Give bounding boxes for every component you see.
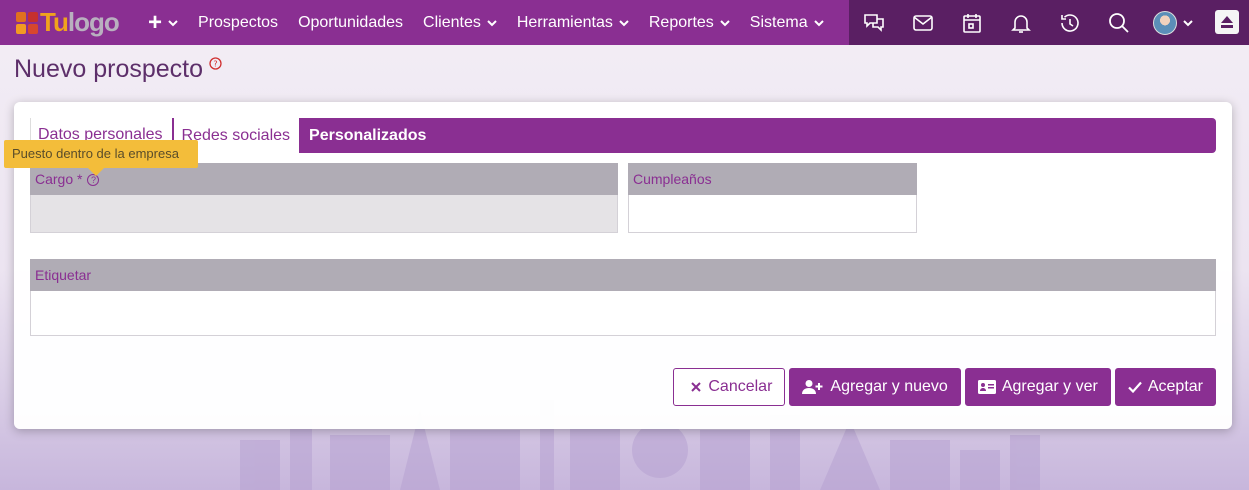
form-actions: Cancelar Agregar y nuevo Agregar y ver A… bbox=[673, 368, 1216, 406]
help-icon[interactable]: ? bbox=[209, 57, 222, 73]
calendar-icon[interactable] bbox=[947, 0, 996, 45]
nav-item-reportes[interactable]: Reportes bbox=[639, 0, 740, 45]
id-card-icon bbox=[977, 380, 996, 394]
quick-add-menu[interactable]: + bbox=[148, 9, 178, 37]
plus-icon: + bbox=[148, 8, 163, 36]
cancel-button[interactable]: Cancelar bbox=[673, 368, 786, 406]
close-icon bbox=[691, 382, 702, 392]
user-plus-icon bbox=[802, 380, 823, 394]
chevron-down-icon bbox=[1183, 19, 1193, 26]
chevron-down-icon bbox=[720, 19, 730, 26]
chevron-down-icon bbox=[168, 19, 178, 26]
nav-item-prospectos[interactable]: Prospectos bbox=[188, 0, 288, 45]
add-and-view-button[interactable]: Agregar y ver bbox=[964, 368, 1111, 406]
birthday-field: Cumpleaños bbox=[628, 163, 917, 233]
mail-icon[interactable] bbox=[898, 0, 947, 45]
cargo-tooltip: Puesto dentro de la empresa bbox=[4, 140, 198, 176]
app-logo[interactable]: Tulogo bbox=[16, 7, 126, 38]
top-navbar: Tulogo + Prospectos Oportunidades Client… bbox=[0, 0, 1249, 45]
search-icon[interactable] bbox=[1094, 0, 1143, 45]
accept-button[interactable]: Aceptar bbox=[1114, 368, 1216, 406]
chevron-down-icon bbox=[813, 19, 824, 26]
birthday-label: Cumpleaños bbox=[628, 163, 917, 195]
birthday-input[interactable] bbox=[628, 195, 917, 233]
add-and-new-button[interactable]: Agregar y nuevo bbox=[789, 368, 961, 406]
tags-label: Etiquetar bbox=[30, 259, 1216, 291]
user-menu[interactable] bbox=[1143, 10, 1203, 35]
tab-personalizados[interactable]: Personalizados bbox=[299, 118, 435, 153]
form-tabs: Datos personales Redes sociales Personal… bbox=[30, 118, 1216, 153]
check-icon bbox=[1128, 381, 1142, 393]
page-title: Nuevo prospecto ? bbox=[14, 55, 222, 84]
cargo-input[interactable] bbox=[30, 195, 618, 233]
avatar bbox=[1153, 10, 1177, 35]
history-icon[interactable] bbox=[1045, 0, 1094, 45]
page-title-text: Nuevo prospecto bbox=[14, 55, 204, 83]
upload-icon[interactable] bbox=[1215, 10, 1239, 34]
nav-item-oportunidades[interactable]: Oportunidades bbox=[288, 0, 413, 45]
navbar-right-tools bbox=[849, 0, 1249, 45]
nav-item-clientes[interactable]: Clientes bbox=[413, 0, 507, 45]
cargo-field: Cargo * ? bbox=[30, 163, 618, 233]
tags-input[interactable] bbox=[30, 291, 1216, 336]
main-menu: Prospectos Oportunidades Clientes Herram… bbox=[188, 0, 834, 45]
svg-text:?: ? bbox=[213, 60, 217, 69]
chat-icon[interactable] bbox=[849, 0, 898, 45]
chevron-down-icon bbox=[619, 19, 629, 26]
tags-field: Etiquetar bbox=[30, 259, 1216, 336]
logo-text: Tulogo bbox=[40, 7, 120, 37]
logo-mark-icon bbox=[16, 11, 38, 34]
bell-icon[interactable] bbox=[996, 0, 1045, 45]
chevron-down-icon bbox=[487, 19, 497, 26]
nav-item-sistema[interactable]: Sistema bbox=[740, 0, 834, 45]
nav-item-herramientas[interactable]: Herramientas bbox=[507, 0, 639, 45]
